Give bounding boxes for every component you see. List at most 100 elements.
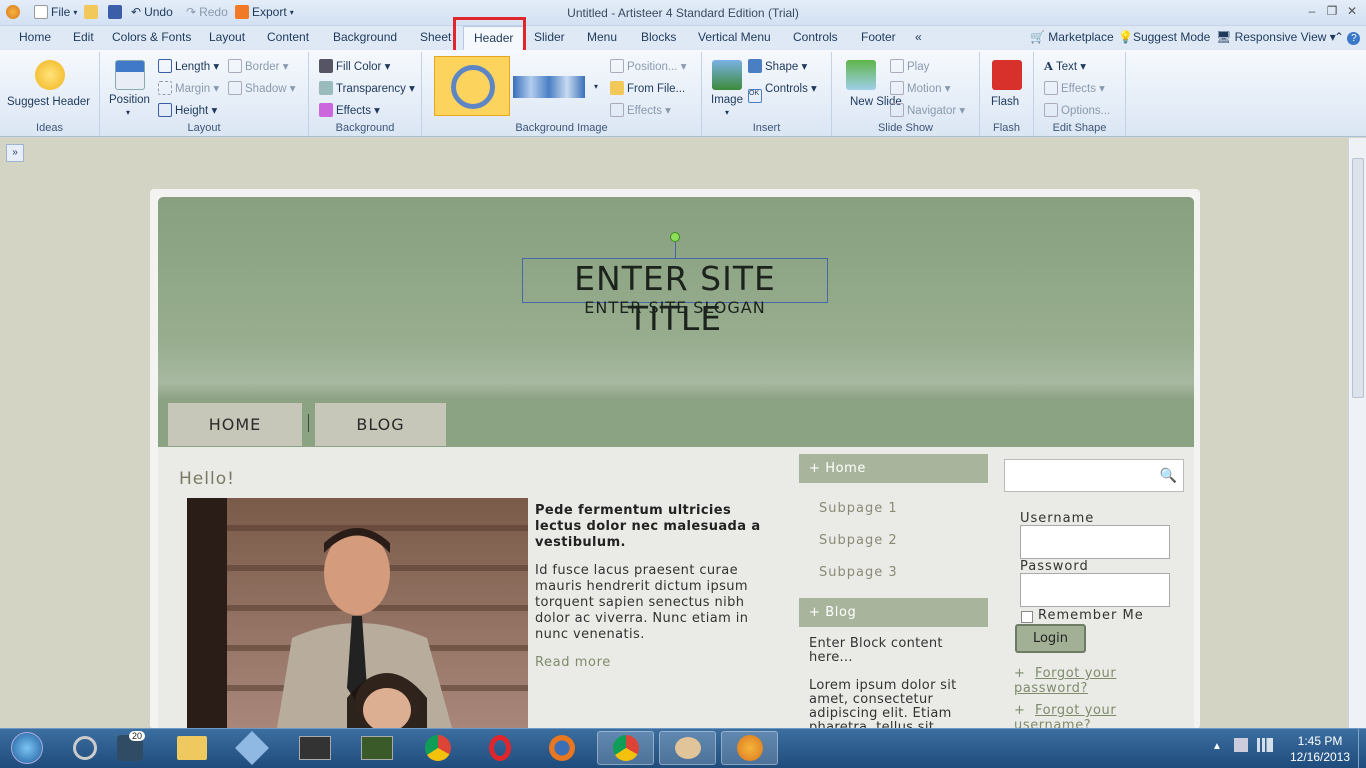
taskbar-explorer[interactable] (165, 731, 219, 765)
suggest-mode-button[interactable]: 💡Suggest Mode (1118, 30, 1210, 44)
scroll-thumb[interactable] (1352, 158, 1364, 398)
vertical-scrollbar[interactable] (1348, 138, 1366, 728)
tab-menu[interactable]: Menu (587, 30, 617, 44)
system-clock[interactable]: 1:45 PM 12/16/2013 (1280, 733, 1360, 765)
vmenu-blog[interactable]: + Blog (799, 598, 988, 627)
group-layout: Position ▾ Length ▾ Margin ▾ Height ▾ Bor… (100, 52, 309, 136)
forgot-password-link[interactable]: + Forgot your password? (1014, 666, 1174, 696)
post-title[interactable]: Hello! (179, 469, 235, 489)
shape-button[interactable]: Shape ▾ (748, 59, 807, 73)
tab-sheet[interactable]: Sheet (420, 30, 451, 44)
forgot-username-link[interactable]: + Forgot your username? (1014, 703, 1174, 728)
gallery-dropdown[interactable]: ▾ (594, 82, 598, 91)
article-body: Id fusce lacus praesent curae mauris hen… (535, 563, 749, 642)
site-slogan[interactable]: ENTER SITE SLOGAN (522, 298, 828, 317)
image-position-button[interactable]: Position... ▾ (610, 59, 686, 73)
search-input[interactable]: 🔍 (1004, 459, 1184, 492)
transparency-button[interactable]: Transparency ▾ (319, 81, 415, 95)
taskbar-game-1[interactable] (288, 731, 342, 765)
controls-button[interactable]: OK Controls ▾ (748, 81, 817, 103)
shape-effects-button[interactable]: Effects ▾ (1044, 81, 1105, 95)
subpage-2[interactable]: Subpage 2 (819, 533, 898, 548)
close-button[interactable]: ✕ (1342, 4, 1362, 20)
nav-blog[interactable]: BLOG (315, 403, 446, 446)
group-label: Edit Shape (1052, 122, 1107, 134)
tab-controls[interactable]: Controls (793, 30, 838, 44)
tab-vertical-menu[interactable]: Vertical Menu (698, 30, 771, 44)
nav-home[interactable]: HOME (168, 403, 302, 446)
tab-content[interactable]: Content (267, 30, 309, 44)
show-hidden-icons-button[interactable]: ▲ (1212, 741, 1222, 752)
navigator-button[interactable]: Navigator ▾ (890, 103, 965, 117)
collapse-tabs-button[interactable]: « (915, 30, 922, 44)
tab-edit[interactable]: Edit (73, 30, 94, 44)
fill-color-button[interactable]: Fill Color ▾ (319, 59, 390, 73)
windows-start-icon (11, 732, 43, 764)
image-effects-button[interactable]: Effects ▾ (610, 103, 671, 117)
taskbar-paint[interactable] (659, 731, 716, 765)
play-button[interactable]: Play (890, 59, 929, 73)
group-label: Slide Show (877, 122, 934, 134)
marketplace-button[interactable]: 🛒 Marketplace (1030, 30, 1114, 44)
flash-button[interactable]: Flash (991, 96, 1019, 108)
ribbon-tabs: Home Edit Colors & Fonts Layout Content … (0, 26, 1366, 51)
group-label: Background Image (515, 122, 608, 134)
from-file-button[interactable]: From File... (610, 81, 685, 95)
no-image-option[interactable] (434, 56, 510, 116)
length-button[interactable]: Length ▾ (158, 59, 219, 73)
device-icon[interactable] (1234, 738, 1248, 752)
maximize-button[interactable]: ❐ (1322, 4, 1342, 20)
expand-panel-button[interactable]: » (6, 144, 24, 162)
vmenu-home[interactable]: + Home (799, 454, 988, 483)
tab-home[interactable]: Home (19, 30, 51, 44)
minimize-button[interactable]: – (1302, 4, 1322, 20)
show-desktop-button[interactable] (1358, 729, 1366, 768)
border-button[interactable]: Border ▾ (228, 59, 289, 73)
responsive-view-button[interactable]: 🖥 Responsive View ▾ (1216, 30, 1336, 44)
motion-button[interactable]: Motion ▾ (890, 81, 951, 95)
tab-footer[interactable]: Footer (861, 30, 896, 44)
height-button[interactable]: Height ▾ (158, 103, 217, 117)
border-icon (228, 59, 242, 73)
taskbar-chrome-2[interactable] (597, 731, 654, 765)
position-button[interactable]: Position ▾ (109, 94, 150, 118)
start-button[interactable] (2, 731, 52, 765)
subpage-3[interactable]: Subpage 3 (819, 565, 898, 580)
image-thumbnail[interactable] (513, 76, 585, 98)
taskbar-game-2[interactable] (350, 731, 404, 765)
play-icon (890, 59, 904, 73)
site-title[interactable]: ENTER SITE TITLE (522, 258, 828, 338)
taskbar-chrome-1[interactable] (411, 731, 465, 765)
tab-colors-fonts[interactable]: Colors & Fonts (112, 30, 191, 44)
username-field[interactable] (1020, 525, 1170, 559)
remember-me-checkbox[interactable] (1021, 611, 1033, 623)
insert-image-button[interactable]: Image ▾ (711, 94, 743, 118)
tab-layout[interactable]: Layout (209, 30, 245, 44)
tab-background[interactable]: Background (333, 30, 397, 44)
block-content: Enter Block content here... (809, 636, 943, 665)
subpage-1[interactable]: Subpage 1 (819, 501, 898, 516)
suggest-header-button[interactable]: Suggest Header (7, 96, 90, 108)
taskbar-twitter[interactable]: 20 (103, 731, 157, 765)
rotate-handle-line (675, 242, 676, 258)
login-button[interactable]: Login (1015, 624, 1086, 653)
options-button[interactable]: Options... (1044, 103, 1110, 117)
search-icon[interactable]: 🔍 (1160, 467, 1177, 484)
margin-button[interactable]: Margin ▾ (158, 81, 219, 95)
effects-button[interactable]: Effects ▾ (319, 103, 380, 117)
password-field[interactable] (1020, 573, 1170, 607)
rotate-handle[interactable] (670, 232, 680, 242)
text-button[interactable]: A Text ▾ (1044, 59, 1086, 73)
taskbar-app-cube[interactable] (225, 731, 279, 765)
taskbar-artisteer[interactable] (721, 731, 778, 765)
taskbar-opera[interactable] (473, 731, 527, 765)
shadow-button[interactable]: Shadow ▾ (228, 81, 296, 95)
tab-blocks[interactable]: Blocks (641, 30, 676, 44)
tab-slider[interactable]: Slider (534, 30, 565, 44)
height-icon (158, 103, 172, 117)
text-icon: A (1044, 59, 1053, 73)
read-more-link[interactable]: Read more (535, 655, 611, 670)
network-signal-icon[interactable] (1257, 738, 1273, 752)
help-button[interactable]: ⌃ ? (1334, 30, 1361, 45)
taskbar-firefox[interactable] (535, 731, 589, 765)
